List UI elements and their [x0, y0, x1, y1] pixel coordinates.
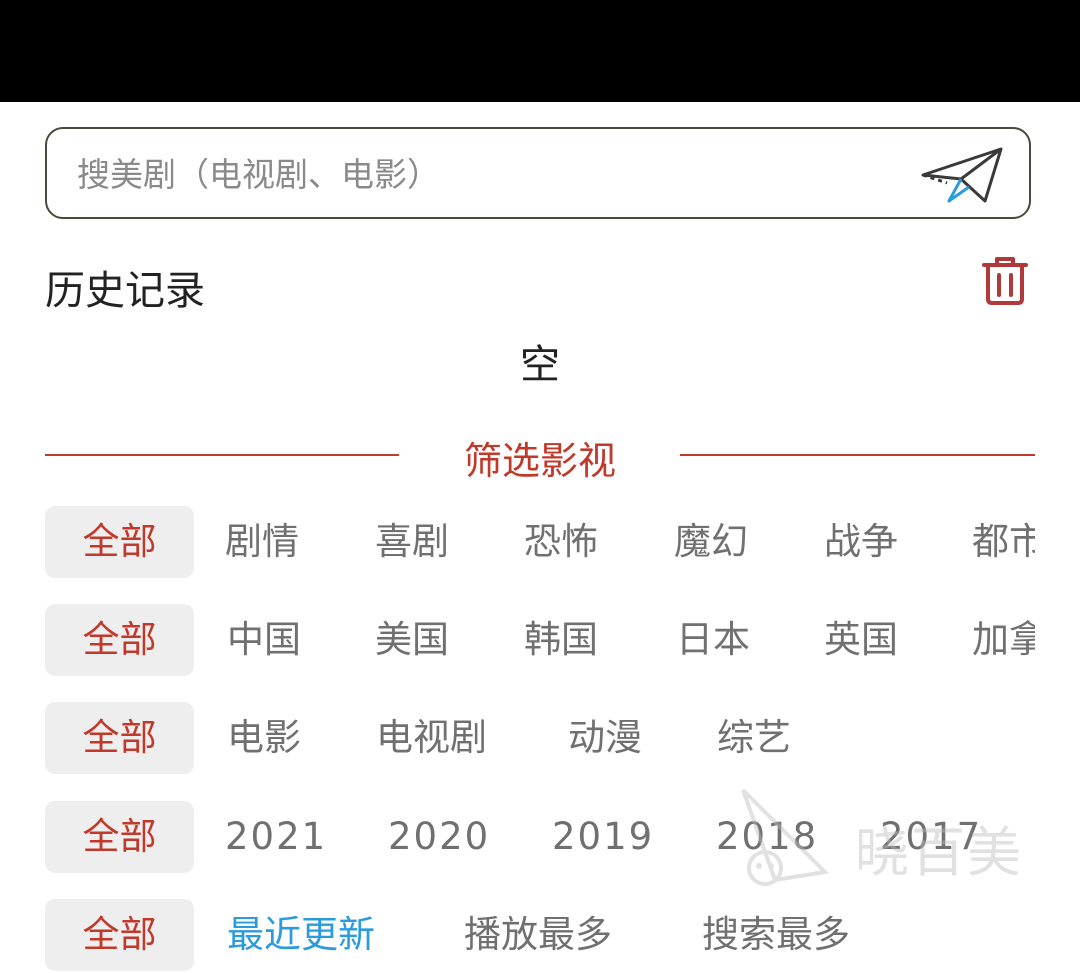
region-filter-row: 全部 中国 美国 韩国 日本 英国 加拿大: [45, 604, 1035, 678]
genre-filter-row: 全部 剧情 喜剧 恐怖 魔幻 战争 都市: [45, 506, 1035, 580]
year-chip[interactable]: 2019: [552, 801, 654, 873]
sort-chip[interactable]: 搜索最多: [702, 899, 850, 971]
region-chip[interactable]: 加拿大: [972, 604, 1035, 676]
genre-chip[interactable]: 魔幻: [674, 506, 748, 578]
history-title: 历史记录: [45, 268, 205, 314]
clear-history-button[interactable]: [976, 255, 1034, 307]
status-bar: [0, 0, 1080, 102]
genre-chip[interactable]: 剧情: [225, 506, 299, 578]
trash-icon: [982, 257, 1028, 305]
divider-right: [680, 454, 1035, 456]
search-box: [45, 127, 1031, 219]
sort-chip-selected[interactable]: 最近更新: [227, 899, 375, 971]
region-chip[interactable]: 韩国: [524, 604, 598, 676]
region-chip[interactable]: 中国: [227, 604, 301, 676]
region-all-chip[interactable]: 全部: [45, 604, 194, 676]
sort-chip[interactable]: 播放最多: [464, 899, 612, 971]
type-chip[interactable]: 综艺: [717, 702, 791, 774]
year-chip[interactable]: 2020: [388, 801, 490, 873]
type-chip[interactable]: 动漫: [568, 702, 642, 774]
year-filter-row: 全部 2021 2020 2019 2018 2017: [45, 801, 1035, 875]
region-chip[interactable]: 日本: [676, 604, 750, 676]
year-chip[interactable]: 2018: [716, 801, 818, 873]
history-empty-text: 空: [520, 342, 560, 388]
genre-chip[interactable]: 喜剧: [375, 506, 449, 578]
filter-title: 筛选影视: [463, 439, 616, 483]
region-chip[interactable]: 美国: [375, 604, 449, 676]
region-chip[interactable]: 英国: [824, 604, 898, 676]
year-chip[interactable]: 2017: [880, 801, 982, 873]
genre-chip[interactable]: 恐怖: [524, 506, 598, 578]
paper-plane-icon: [921, 147, 1003, 203]
sort-all-chip[interactable]: 全部: [45, 899, 194, 971]
genre-all-chip[interactable]: 全部: [45, 506, 194, 578]
send-button[interactable]: [917, 143, 1007, 207]
sort-filter-row: 全部 最近更新 播放最多 搜索最多: [45, 899, 1035, 973]
type-filter-row: 全部 电影 电视剧 动漫 综艺: [45, 702, 1035, 776]
type-chip[interactable]: 电视剧: [376, 702, 487, 774]
type-chip[interactable]: 电影: [227, 702, 301, 774]
year-all-chip[interactable]: 全部: [45, 801, 194, 873]
type-all-chip[interactable]: 全部: [45, 702, 194, 774]
genre-chip[interactable]: 战争: [824, 506, 898, 578]
year-chip[interactable]: 2021: [225, 801, 327, 873]
genre-chip[interactable]: 都市: [972, 506, 1035, 578]
search-input[interactable]: [75, 147, 899, 201]
